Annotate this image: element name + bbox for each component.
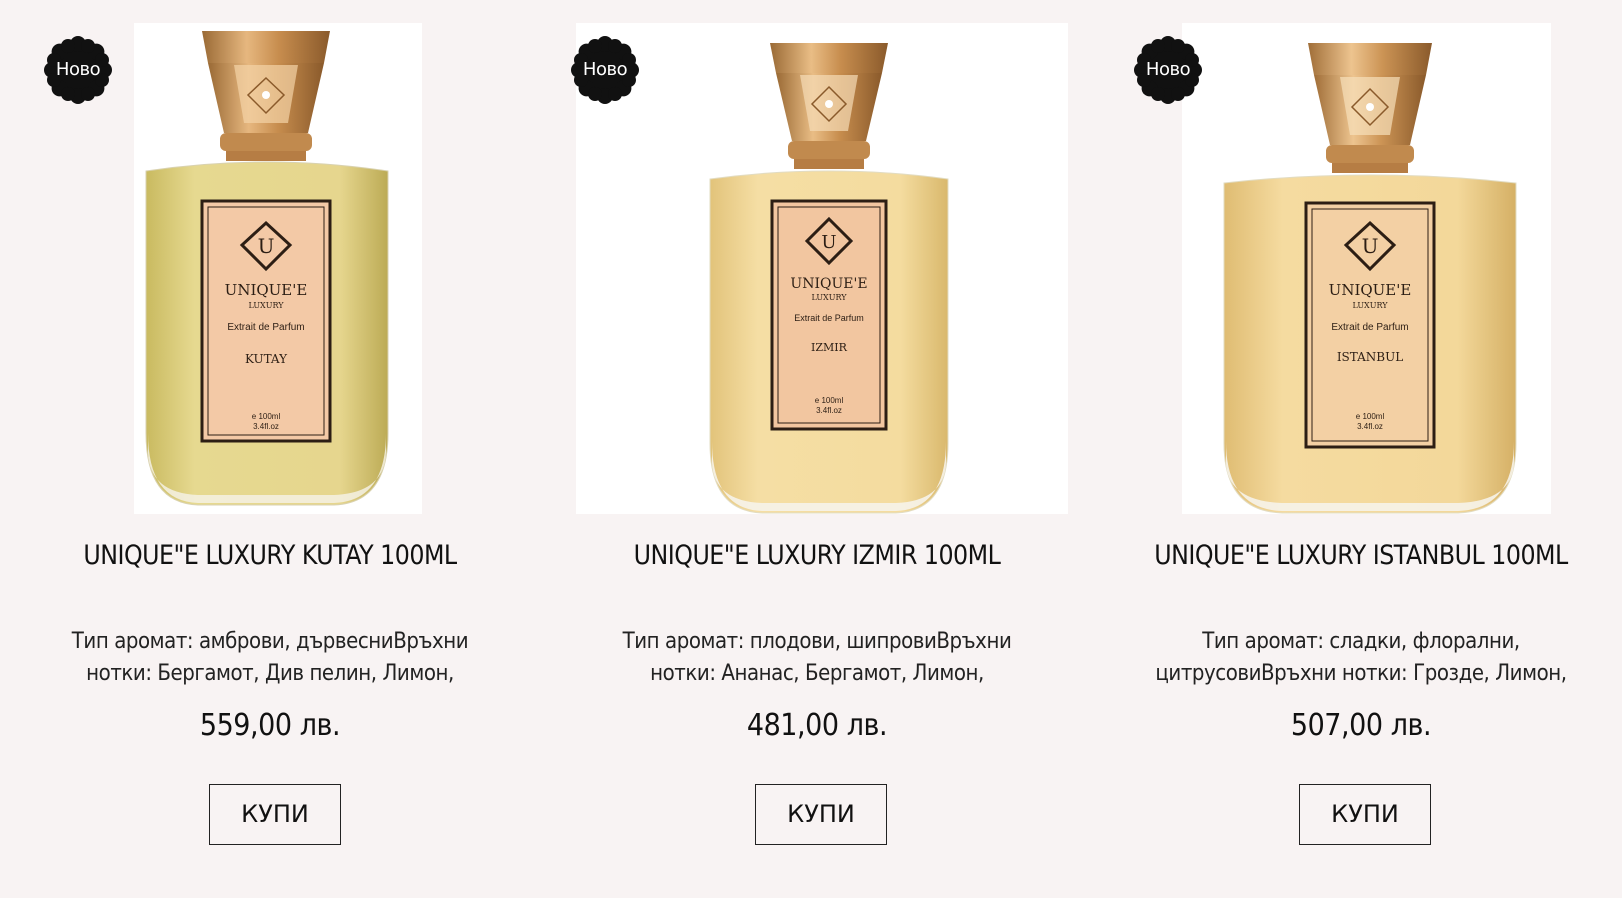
product-description: Тип аромат: сладки, флорални, цитрусовиВ… (1145, 626, 1577, 690)
badge-label: Ново (55, 59, 101, 80)
svg-text:3.4fl.oz: 3.4fl.oz (1357, 422, 1383, 431)
svg-text:e 100ml: e 100ml (1356, 412, 1385, 421)
svg-text:UNIQUE'E: UNIQUE'E (225, 281, 308, 299)
svg-text:KUTAY: KUTAY (245, 352, 288, 366)
new-badge: Ново (44, 36, 112, 104)
svg-text:U: U (1362, 234, 1379, 258)
svg-text:IZMIR: IZMIR (811, 341, 848, 354)
svg-text:UNIQUE'E: UNIQUE'E (1329, 281, 1412, 299)
svg-text:LUXURY: LUXURY (248, 301, 284, 310)
product-price: 559,00 лв. (199, 708, 341, 743)
svg-text:e 100ml: e 100ml (252, 412, 281, 421)
new-badge: Ново (571, 36, 639, 104)
description-line: цитрусовиВръхни нотки: Грозде, Лимон, (1155, 661, 1567, 686)
svg-text:LUXURY: LUXURY (1352, 301, 1388, 310)
svg-text:e 100ml: e 100ml (815, 396, 844, 405)
perfume-bottle-image: U UNIQUE'E LUXURY Extrait de Parfum KUTA… (134, 23, 422, 514)
badge-label: Ново (1145, 59, 1191, 80)
svg-text:U: U (258, 234, 275, 258)
perfume-bottle-image: U UNIQUE'E LUXURY Extrait de Parfum IZMI… (576, 23, 1068, 514)
description-line: Тип аромат: плодови, шипровиВръхни (622, 629, 1012, 654)
svg-text:Extrait de Parfum: Extrait de Parfum (794, 313, 864, 323)
product-title[interactable]: UNIQUE"E LUXURY ISTANBUL 100ML (1123, 540, 1598, 571)
svg-text:LUXURY: LUXURY (811, 293, 847, 302)
description-line: Тип аромат: сладки, флорални, (1202, 629, 1520, 654)
buy-button[interactable]: КУПИ (209, 784, 341, 845)
buy-button[interactable]: КУПИ (755, 784, 887, 845)
product-title[interactable]: UNIQUE"E LUXURY IZMIR 100ML (579, 540, 1054, 571)
svg-text:3.4fl.oz: 3.4fl.oz (816, 406, 842, 415)
perfume-bottle-image: U UNIQUE'E LUXURY Extrait de Parfum ISTA… (1182, 23, 1551, 514)
svg-text:3.4fl.oz: 3.4fl.oz (253, 422, 279, 431)
product-card: U UNIQUE'E LUXURY Extrait de Parfum ISTA… (1091, 0, 1622, 898)
product-description: Тип аромат: амброви, дървесниВръхни нотк… (54, 626, 486, 690)
description-line: нотки: Бергамот, Див пелин, Лимон, (86, 661, 454, 686)
svg-text:ISTANBUL: ISTANBUL (1337, 350, 1403, 364)
svg-text:UNIQUE'E: UNIQUE'E (790, 276, 867, 292)
new-badge: Ново (1134, 36, 1202, 104)
product-image[interactable]: U UNIQUE'E LUXURY Extrait de Parfum KUTA… (134, 23, 422, 514)
description-line: Тип аромат: амброви, дървесниВръхни (71, 629, 469, 654)
svg-text:Extrait de Parfum: Extrait de Parfum (227, 322, 304, 333)
buy-button[interactable]: КУПИ (1299, 784, 1431, 845)
product-price: 481,00 лв. (746, 708, 888, 743)
product-title[interactable]: UNIQUE"E LUXURY KUTAY 100ML (32, 540, 507, 571)
product-image[interactable]: U UNIQUE'E LUXURY Extrait de Parfum IZMI… (576, 23, 1068, 514)
product-card: U UNIQUE'E LUXURY Extrait de Parfum IZMI… (547, 0, 1087, 898)
svg-text:Extrait de Parfum: Extrait de Parfum (1331, 322, 1408, 333)
description-line: нотки: Ананас, Бергамот, Лимон, (650, 661, 984, 686)
badge-label: Ново (582, 59, 628, 80)
product-grid: U UNIQUE'E LUXURY Extrait de Parfum KUTA… (0, 0, 1622, 898)
svg-text:U: U (821, 232, 836, 253)
product-description: Тип аромат: плодови, шипровиВръхни нотки… (601, 626, 1033, 690)
product-price: 507,00 лв. (1290, 708, 1432, 743)
product-card: U UNIQUE'E LUXURY Extrait de Parfum KUTA… (0, 0, 540, 898)
product-image[interactable]: U UNIQUE'E LUXURY Extrait de Parfum ISTA… (1182, 23, 1551, 514)
